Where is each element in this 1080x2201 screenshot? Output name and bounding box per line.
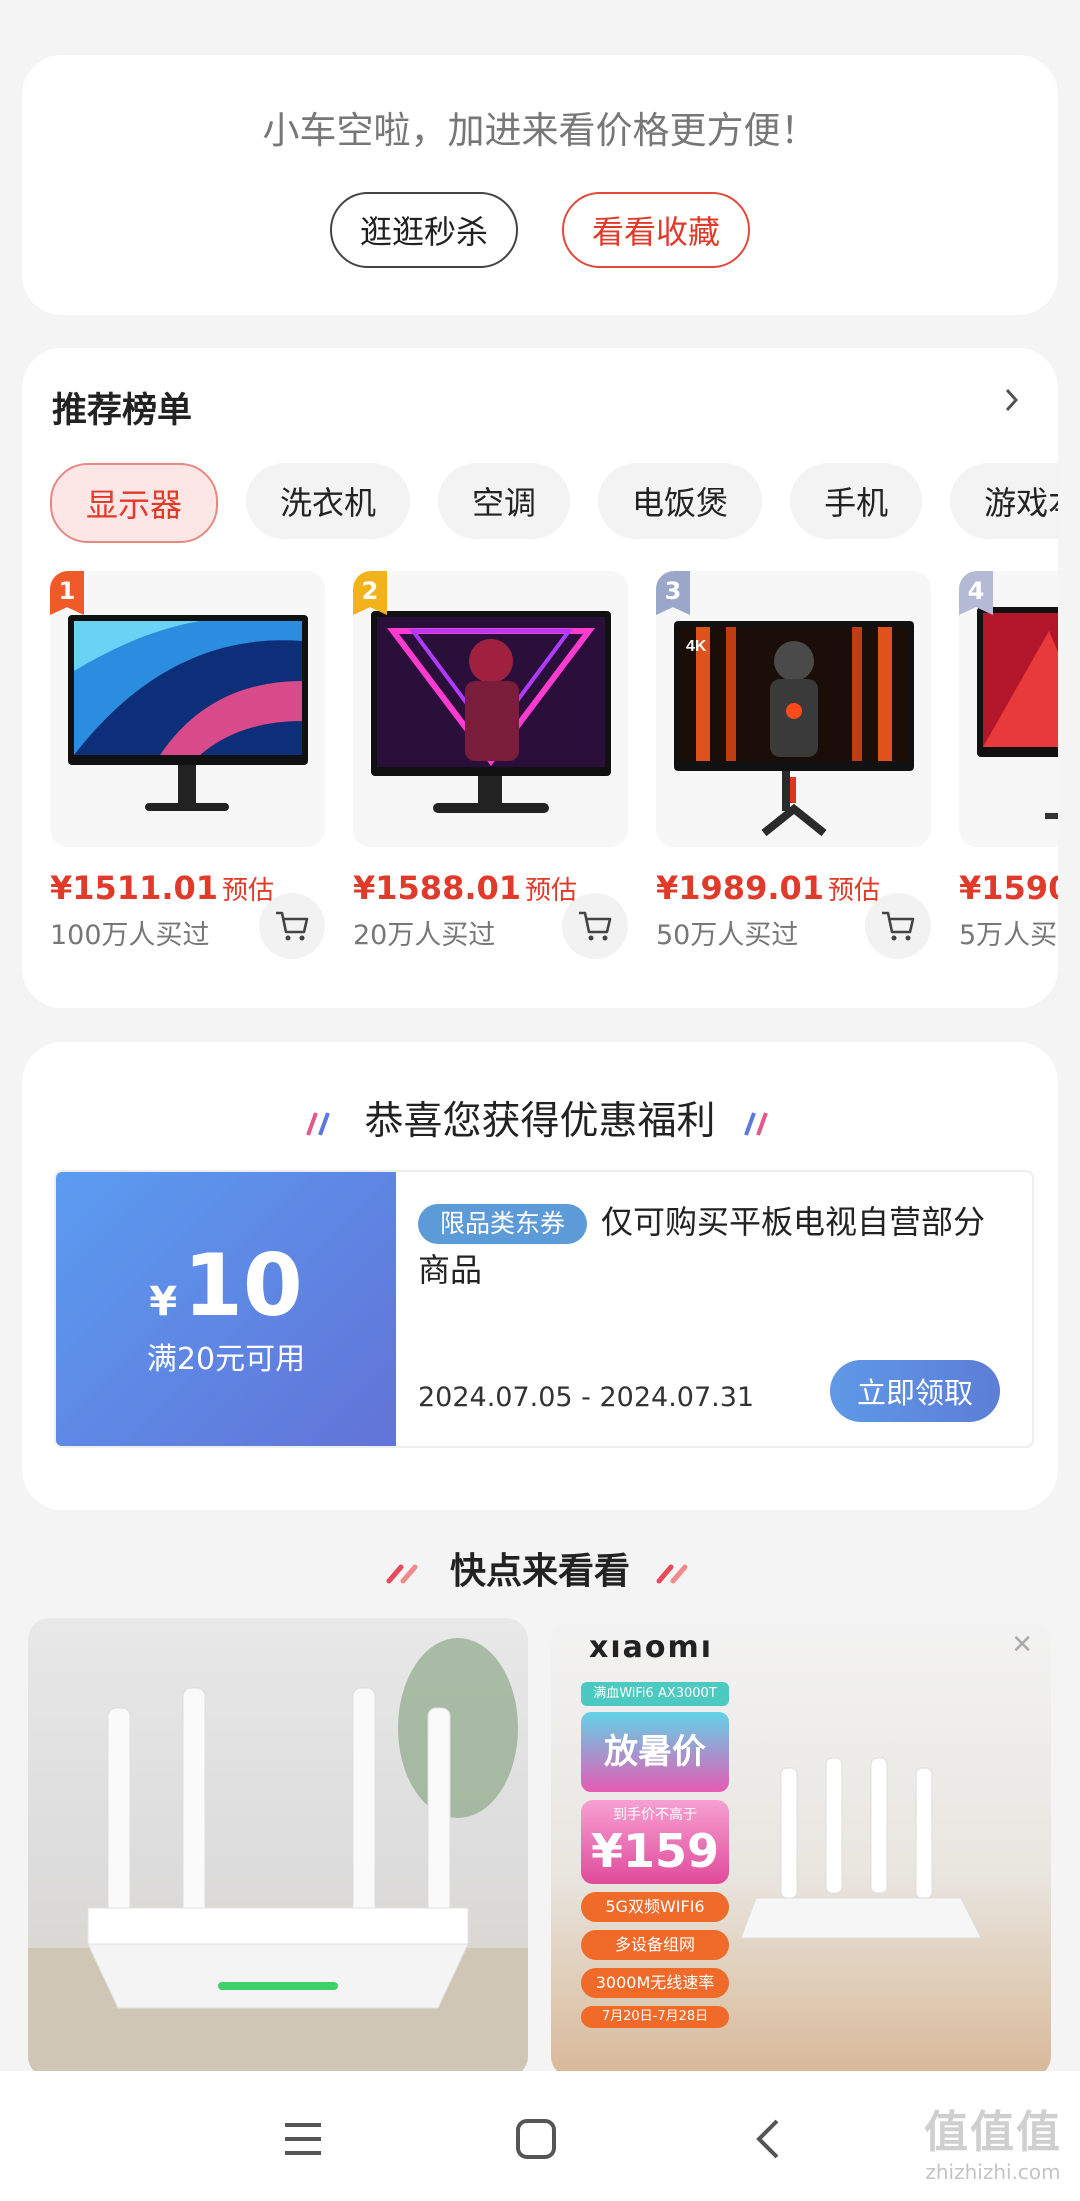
chevron-right-icon[interactable]: [1002, 384, 1022, 424]
feed-item-router[interactable]: [28, 1618, 528, 2078]
coupon-type-tag: 限品类东券: [418, 1204, 588, 1244]
cart-icon: [579, 911, 612, 941]
coupon-card: 恭喜您获得优惠福利 ¥10 满20元可用 限品类东券 仅可购买平板电视自营部分商品…: [22, 1042, 1058, 1510]
category-tab-washer[interactable]: 洗衣机: [246, 463, 411, 539]
product-image[interactable]: 1: [50, 571, 325, 847]
claim-coupon-button[interactable]: 立即领取: [830, 1360, 1000, 1422]
category-tabs: 显示器 洗衣机 空调 电饭煲 手机 游戏本: [50, 463, 1058, 543]
category-tab-gaming-laptop[interactable]: 游戏本: [950, 463, 1058, 539]
product-image[interactable]: 4: [959, 571, 1058, 847]
cart-icon: [882, 911, 915, 941]
router-image: [740, 1757, 982, 1939]
empty-cart-card: 小车空啦，加进来看价格更方便！ 逛逛秒杀 看看收藏: [22, 55, 1058, 315]
watermark: 值值值 zhizhizhi.com: [924, 2107, 1062, 2184]
home-icon[interactable]: [506, 2109, 566, 2169]
add-to-cart-button[interactable]: [259, 893, 325, 959]
empty-cart-message: 小车空啦，加进来看价格更方便！: [262, 109, 818, 152]
add-to-cart-button[interactable]: [865, 893, 931, 959]
back-icon[interactable]: [738, 2109, 798, 2169]
product-card[interactable]: 4K 3 ¥1989.01 预估 50万人买过: [656, 571, 931, 959]
coupon-condition: 满20元可用: [146, 1342, 306, 1377]
product-card[interactable]: 4 ¥1590. 5万人买: [959, 571, 1058, 952]
quick-look-title: 快点来看看: [0, 1542, 1080, 1594]
decor-slash-icon: [744, 1111, 768, 1136]
cart-icon: [276, 911, 309, 941]
coupon-date-range: 2024.07.05 - 2024.07.31: [418, 1382, 755, 1413]
seckill-button[interactable]: 逛逛秒杀: [329, 192, 518, 268]
feed-item-xiaomi-router[interactable]: xıaomı ✕ 满血WiFi6 AX3000T 放暑价 到手价不高于 ¥159…: [551, 1618, 1051, 2078]
coupon-value-panel: ¥10 满20元可用: [56, 1172, 396, 1446]
coupon-amount: ¥10: [149, 1236, 303, 1336]
product-sold-count: 5万人买: [959, 920, 1058, 951]
product-price: ¥1590.: [959, 869, 1058, 907]
product-image[interactable]: 4K 3: [656, 571, 931, 847]
coupon-title: 恭喜您获得优惠福利: [22, 1090, 1058, 1146]
product-card[interactable]: 2 ¥1588.01 预估 20万人买过: [353, 571, 628, 959]
favorites-button[interactable]: 看看收藏: [562, 192, 751, 268]
product-list: 1 ¥1511.01 预估 100万人买过 2 ¥1588.01 预估 20万人…: [50, 571, 1058, 959]
category-tab-phone[interactable]: 手机: [790, 463, 923, 539]
coupon-ticket[interactable]: ¥10 满20元可用 限品类东券 仅可购买平板电视自营部分商品 2024.07.0…: [54, 1170, 1034, 1448]
decor-slash-icon: [306, 1111, 330, 1136]
ranking-card: 推荐榜单 显示器 洗衣机 空调 电饭煲 手机 游戏本 1: [22, 348, 1058, 1008]
coupon-description: 限品类东券 仅可购买平板电视自营部分商品: [418, 1203, 986, 1289]
category-tab-monitor[interactable]: 显示器: [50, 463, 219, 543]
product-card[interactable]: 1 ¥1511.01 预估 100万人买过: [50, 571, 325, 959]
menu-icon[interactable]: [273, 2109, 333, 2169]
decor-swoosh-icon: [656, 1564, 688, 1584]
svg-text:4K: 4K: [686, 638, 707, 655]
product-image[interactable]: 2: [353, 571, 628, 847]
category-tab-aircon[interactable]: 空调: [438, 463, 571, 539]
category-tab-ricecooker[interactable]: 电饭煲: [598, 463, 763, 539]
ranking-title: 推荐榜单: [52, 391, 193, 431]
system-nav-bar: [0, 2071, 1080, 2201]
router-image: [28, 1638, 528, 2078]
decor-swoosh-icon: [386, 1564, 418, 1584]
add-to-cart-button[interactable]: [562, 893, 628, 959]
